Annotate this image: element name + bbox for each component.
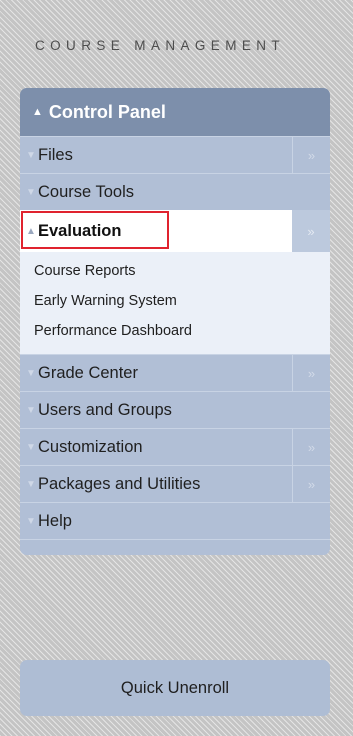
expand-double-chevron-down-icon: ▼ bbox=[26, 515, 36, 527]
menu-item-label: Grade Center bbox=[38, 363, 138, 382]
menu-item-users-and-groups[interactable]: ▼ Users and Groups bbox=[20, 391, 330, 428]
double-chevron-right-icon[interactable]: » bbox=[292, 137, 330, 173]
submenu-item-early-warning-system[interactable]: Early Warning System bbox=[34, 286, 330, 316]
menu-item-label: Files bbox=[38, 145, 73, 164]
menu-item-help[interactable]: ▼ Help bbox=[20, 502, 330, 539]
menu-item-course-tools[interactable]: ▼ Course Tools bbox=[20, 173, 330, 210]
expand-double-chevron-down-icon: ▼ bbox=[26, 478, 36, 490]
double-chevron-right-icon[interactable]: » bbox=[292, 429, 330, 465]
control-panel-footer bbox=[20, 539, 330, 555]
menu-item-label: Users and Groups bbox=[38, 400, 172, 419]
highlight-box bbox=[21, 211, 169, 249]
expand-double-chevron-down-icon: ▼ bbox=[26, 186, 36, 198]
expand-double-chevron-down-icon: ▼ bbox=[26, 149, 36, 161]
double-chevron-right-icon[interactable]: » bbox=[292, 355, 330, 391]
evaluation-submenu: Course Reports Early Warning System Perf… bbox=[20, 252, 330, 354]
quick-unenroll-button[interactable]: Quick Unenroll bbox=[20, 660, 330, 716]
menu-item-label: Help bbox=[38, 511, 72, 530]
control-panel-title: Control Panel bbox=[48, 101, 166, 122]
collapse-double-chevron-up-icon: ▲ bbox=[32, 106, 43, 118]
control-panel: ▲ Control Panel ▼ Files » ▼ Course Tools… bbox=[20, 88, 330, 555]
menu-item-label: Course Tools bbox=[38, 182, 134, 201]
expand-double-chevron-down-icon: ▼ bbox=[26, 441, 36, 453]
menu-item-label: Customization bbox=[38, 437, 143, 456]
expand-double-chevron-down-icon: ▼ bbox=[26, 404, 36, 416]
menu-item-label: Packages and Utilities bbox=[38, 474, 201, 493]
menu-item-grade-center[interactable]: ▼ Grade Center » bbox=[20, 354, 330, 391]
menu-item-customization[interactable]: ▼ Customization » bbox=[20, 428, 330, 465]
menu-item-evaluation[interactable]: ▲ Evaluation » bbox=[20, 210, 330, 252]
course-management-heading: COURSE MANAGEMENT bbox=[35, 38, 286, 53]
submenu-item-course-reports[interactable]: Course Reports bbox=[34, 256, 330, 286]
expand-double-chevron-down-icon: ▼ bbox=[26, 367, 36, 379]
menu-item-files[interactable]: ▼ Files » bbox=[20, 136, 330, 173]
submenu-item-performance-dashboard[interactable]: Performance Dashboard bbox=[34, 316, 330, 346]
control-panel-header[interactable]: ▲ Control Panel bbox=[20, 88, 330, 136]
double-chevron-right-icon[interactable]: » bbox=[292, 466, 330, 502]
menu-item-packages-and-utilities[interactable]: ▼ Packages and Utilities » bbox=[20, 465, 330, 502]
double-chevron-right-icon[interactable]: » bbox=[292, 210, 330, 252]
